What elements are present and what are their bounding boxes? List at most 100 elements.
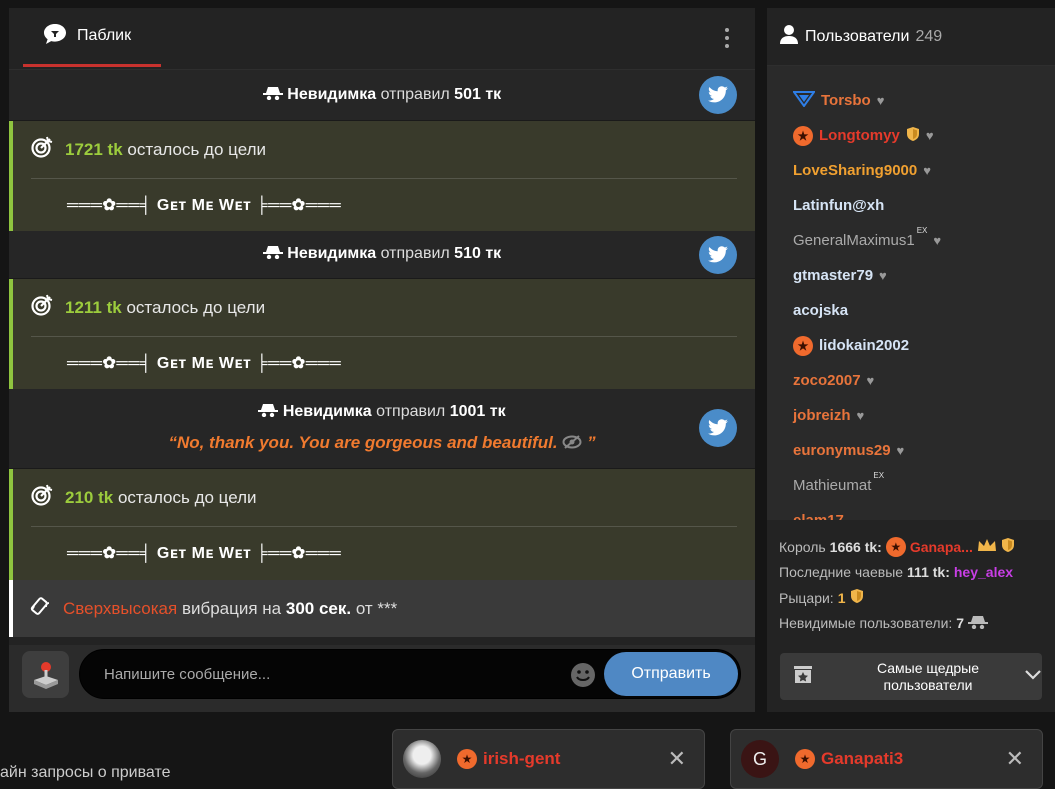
users-header: Пользователи 249	[767, 8, 1055, 66]
avatar-initial: G	[752, 748, 767, 769]
user-item[interactable]: LoveSharing9000 ♥	[767, 153, 1055, 188]
tip-verb: отправил	[380, 245, 450, 262]
twitter-share-button[interactable]	[699, 236, 737, 274]
star-badge-icon: ★	[885, 536, 906, 557]
goal-text: осталось до цели	[117, 487, 257, 507]
goal-name: ═══✿══╡ Gᴇᴛ Mᴇ Wᴇᴛ ╞══✿═══	[67, 544, 342, 562]
last-tip-name[interactable]: hey_alex	[954, 564, 1013, 580]
incognito-icon	[262, 245, 287, 262]
user-item[interactable]: Latinfun@xh	[767, 188, 1055, 223]
user-item[interactable]: elam17	[767, 503, 1055, 520]
user-name: elam17	[793, 512, 844, 520]
user-name: acojska	[793, 302, 849, 319]
most-generous-dropdown[interactable]: Самые щедрые пользователи	[780, 653, 1042, 700]
incognito-icon	[258, 403, 282, 420]
target-icon	[31, 484, 53, 511]
close-icon[interactable]: ✕	[1006, 746, 1024, 772]
knights-label: Рыцари:	[779, 589, 834, 606]
more-options-icon[interactable]	[719, 26, 735, 50]
tip-user[interactable]: Невидимка	[287, 86, 376, 103]
tip-note: “No, thank you. You are gorgeous and bea…	[168, 433, 558, 452]
chat-bubble-icon	[43, 23, 67, 50]
tip-amount: 501 тк	[454, 86, 502, 103]
incognito-icon	[262, 86, 287, 103]
private-requests-text: айн запросы о привате	[0, 764, 171, 781]
user-item[interactable]: Torsbo ♥	[767, 83, 1055, 118]
chat-header: Паблик	[9, 8, 755, 70]
user-item[interactable]: gtmaster79 ♥	[767, 258, 1055, 293]
ex-badge: EX	[916, 226, 928, 235]
vip-triangle-icon	[792, 90, 816, 111]
goal-message: 1721 tk осталось до цели ═══✿══╡ Gᴇᴛ Mᴇ …	[9, 121, 755, 231]
pm-user-name: Ganapati3	[821, 749, 904, 768]
shield-icon	[906, 126, 920, 146]
knights-stat: Рыцари: 1	[779, 585, 1055, 611]
user-item[interactable]: euronymus29 ♥	[767, 433, 1055, 468]
goal-remaining: 1211 tk	[65, 297, 122, 317]
user-name: Torsbo	[821, 92, 871, 109]
heart-icon: ♥	[923, 163, 931, 178]
most-generous-label: Самые щедрые пользователи	[876, 659, 980, 693]
top-users-icon	[792, 663, 814, 690]
avatar: G	[741, 740, 779, 778]
room-stats: Король 1666 tk: ★ Ganapa... Последние ча…	[767, 534, 1055, 636]
pm-tab[interactable]: G ★ Ganapati3 ✕	[730, 729, 1043, 789]
crown-icon	[977, 538, 997, 555]
user-name: Longtomyy	[819, 127, 900, 144]
users-title: Пользователи	[805, 27, 910, 45]
king-stat: Король 1666 tk: ★ Ganapa...	[779, 534, 1055, 560]
target-icon	[31, 294, 53, 321]
emoji-icon[interactable]	[570, 662, 596, 688]
user-name: jobreizh	[793, 407, 851, 424]
chevron-down-icon	[1024, 668, 1042, 686]
user-item[interactable]: GeneralMaximus1 EX ♥	[767, 223, 1055, 258]
invisible-count: 7	[956, 615, 965, 632]
user-item[interactable]: ★ Longtomyy ♥	[767, 118, 1055, 153]
user-list[interactable]: Torsbo ♥ ★ Longtomyy ♥ LoveSharing9000 ♥…	[767, 66, 1055, 520]
user-item[interactable]: ★ lidokain2002	[767, 328, 1055, 363]
goal-remaining: 1721 tk	[65, 139, 123, 159]
pm-tab[interactable]: ★ irish-gent ✕	[392, 729, 705, 789]
twitter-icon	[708, 86, 728, 103]
star-badge-icon: ★	[795, 749, 815, 769]
last-tip-label: Последние чаевые	[779, 564, 904, 581]
close-icon[interactable]: ✕	[668, 746, 686, 772]
tip-amount: 510 тк	[454, 245, 502, 262]
king-name[interactable]: Ganapa...	[910, 539, 973, 555]
tip-user[interactable]: Невидимка	[283, 403, 372, 420]
twitter-share-button[interactable]	[699, 409, 737, 447]
user-item[interactable]: jobreizh ♥	[767, 398, 1055, 433]
knights-count: 1	[837, 589, 846, 606]
tip-user[interactable]: Невидимка	[287, 245, 376, 262]
message-input[interactable]	[104, 650, 544, 698]
tip-note-end: ”	[587, 433, 596, 452]
heart-icon: ♥	[876, 93, 885, 108]
users-count: 249	[915, 27, 943, 45]
last-tip-stat: Последние чаевые 111 tk: hey_alex	[779, 560, 1055, 586]
tab-public[interactable]: Паблик	[23, 8, 161, 67]
vibration-message: Сверхвысокая вибрация на 300 сек. от ***	[9, 580, 755, 637]
invisible-label: Невидимые пользователи:	[779, 615, 953, 632]
vibration-from: от ***	[355, 598, 398, 618]
send-button[interactable]: Отправить	[604, 652, 738, 696]
goal-message: 1211 tk осталось до цели ═══✿══╡ Gᴇᴛ Mᴇ …	[9, 279, 755, 389]
target-icon	[31, 136, 53, 163]
goal-name: ═══✿══╡ Gᴇᴛ Mᴇ Wᴇᴛ ╞══✿═══	[67, 196, 342, 214]
user-name: euronymus29	[793, 442, 891, 459]
message-list[interactable]: Невидимка отправил 501 тк 1721 tk остало…	[9, 70, 755, 645]
tip-message: Невидимка отправил 501 тк	[9, 70, 755, 121]
twitter-share-button[interactable]	[699, 76, 737, 114]
user-item[interactable]: acojska	[767, 293, 1055, 328]
last-tip-amount: 111 tk:	[907, 564, 950, 581]
user-item[interactable]: zoco2007 ♥	[767, 363, 1055, 398]
user-name: lidokain2002	[819, 337, 910, 354]
user-item[interactable]: Mathieumat EX	[767, 468, 1055, 503]
incognito-icon	[968, 615, 989, 632]
ex-badge: EX	[873, 471, 885, 480]
tip-verb: отправил	[380, 86, 450, 103]
heart-icon: ♥	[866, 373, 875, 388]
joystick-button[interactable]	[22, 651, 69, 698]
vibration-duration: 300 сек.	[285, 598, 352, 618]
users-panel: Пользователи 249 Torsbo ♥ ★ Longtomyy ♥ …	[767, 8, 1055, 712]
user-name: LoveSharing9000	[793, 162, 918, 179]
